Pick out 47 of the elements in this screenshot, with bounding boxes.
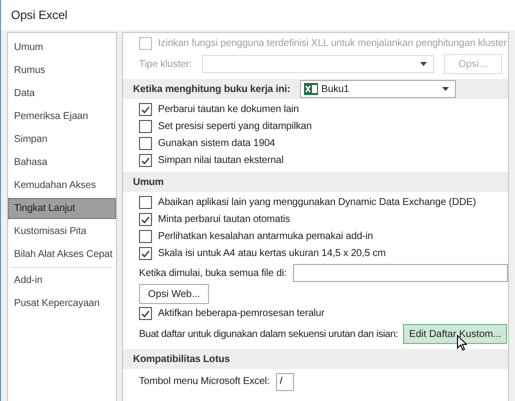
checkbox[interactable] xyxy=(139,230,152,243)
checkbox-label: Set presisi seperti yang ditampilkan xyxy=(158,121,312,132)
checkbox-label: Abaikan aplikasi lain yang menggunakan Dynamic Data Exchange (DDE) xyxy=(158,197,476,208)
checkbox-label: Perlihatkan kesalahan antarmuka pemakai add-in xyxy=(158,231,373,242)
menu-key-field[interactable]: / xyxy=(276,372,294,390)
sidebar-item[interactable]: Add-in xyxy=(8,270,116,291)
sidebar-item[interactable]: Bahasa xyxy=(8,152,116,173)
field-label: Tombol menu Microsoft Excel: xyxy=(139,376,270,387)
checkbox-label: Minta perbarui tautan otomatis xyxy=(158,214,290,225)
section-title: Ketika menghitung buku kerja ini: xyxy=(133,84,290,94)
checkbox-label: Perbarui tautan ke dokumen lain xyxy=(158,104,299,115)
checkbox[interactable] xyxy=(139,213,152,226)
sidebar-item[interactable]: Pemeriksa Ejaan xyxy=(8,106,116,127)
folder-path-field[interactable] xyxy=(292,264,508,282)
field-label: Buat daftar untuk digunakan dalam sekuensi urutan dan isian: xyxy=(139,328,398,340)
sidebar-item[interactable]: Pusat Kepercayaan xyxy=(8,293,116,314)
checkbox-label: Gunakan sistem data 1904 xyxy=(158,138,276,149)
section-title: Umum xyxy=(133,176,164,188)
sidebar-item[interactable]: Bilah Alat Akses Cepat xyxy=(8,244,116,265)
checkbox-label: Skala isi untuk A4 atau kertas ukuran 14,5 x 20,5 cm xyxy=(158,248,386,259)
caret-icon xyxy=(442,87,450,91)
field-label: Ketika dimulai, buka semua file di: xyxy=(139,268,287,278)
spreadsheet-icon xyxy=(304,83,318,95)
checkbox[interactable] xyxy=(139,120,152,133)
checkbox[interactable] xyxy=(139,196,152,209)
caret-icon xyxy=(420,62,427,66)
sidebar-item[interactable]: Kemudahan Akses xyxy=(8,175,116,196)
sidebar-item[interactable]: Rumus xyxy=(8,60,116,81)
checkbox-label: Simpan nilai tautan eksternal xyxy=(158,155,284,166)
checkbox[interactable] xyxy=(139,307,152,320)
checkbox-label: Aktifkan beberapa-pemrosesan teralur xyxy=(158,308,324,319)
window-title: Opsi Excel xyxy=(1,0,515,30)
workbook-dropdown[interactable]: Buku1 xyxy=(300,80,456,98)
sidebar-item[interactable]: Kustomisasi Pita xyxy=(8,221,116,242)
checkbox-label: Izinkan fungsi pengguna terdefinisi XLL untuk menjalankan penghitungan kluster xyxy=(158,38,507,49)
edit-custom-lists-button[interactable]: Edit Daftar Kustom... xyxy=(403,324,508,344)
section-title: Kompatibilitas Lotus xyxy=(133,354,230,364)
checkbox[interactable] xyxy=(139,103,152,116)
sidebar-item[interactable]: Data xyxy=(8,83,116,104)
checkbox[interactable] xyxy=(139,154,152,167)
sidebar-item[interactable]: Simpan xyxy=(8,129,116,150)
sidebar-item[interactable]: Umum xyxy=(8,37,116,58)
sidebar-item[interactable]: Tingkat Lanjut xyxy=(8,198,116,219)
field-label: Tipe kluster: xyxy=(139,58,192,70)
checkbox[interactable] xyxy=(139,247,152,260)
web-options-button[interactable]: Opsi Web... xyxy=(139,284,210,304)
checkbox[interactable] xyxy=(139,137,152,150)
